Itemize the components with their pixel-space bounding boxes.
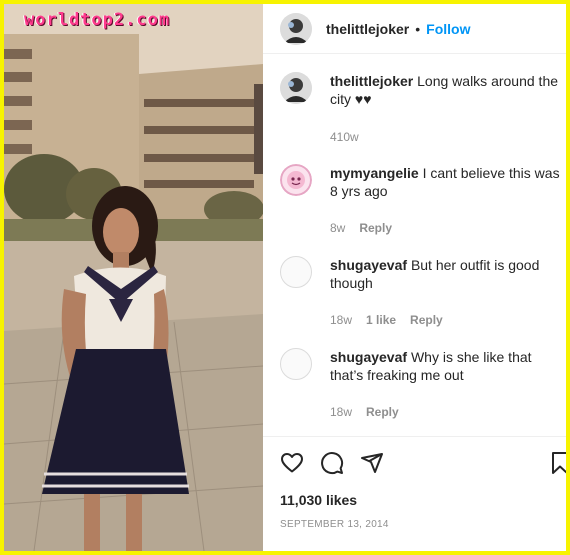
avatar[interactable] <box>280 164 312 196</box>
comment-body: shugayevaf But her outfit is good though <box>330 256 560 292</box>
comment-likes[interactable]: 1 like <box>366 313 396 327</box>
comment-meta: 18w Reply <box>330 405 399 419</box>
comment-icon[interactable] <box>320 451 344 475</box>
heart-icon[interactable] <box>280 451 304 475</box>
avatar-image <box>280 12 312 45</box>
separator-dot: • <box>415 20 421 37</box>
post-photo[interactable]: worldtop2.com <box>4 4 263 551</box>
caption-username[interactable]: thelittlejoker <box>330 73 413 89</box>
comment-time[interactable]: 18w <box>330 405 352 419</box>
caption: thelittlejoker Long walks around the cit… <box>280 72 560 144</box>
comment-item: shugayevaf But her outfit is good though… <box>280 256 560 327</box>
post-modal: worldtop2.com thelittlejoker • Follow th… <box>4 4 566 551</box>
comment-time[interactable]: 8w <box>330 221 345 235</box>
post-date[interactable]: SEPTEMBER 13, 2014 <box>280 519 389 530</box>
avatar-image <box>280 72 312 104</box>
comment-body: shugayevaf Why is she like that that’s f… <box>330 348 560 384</box>
comment-username[interactable]: shugayevaf <box>330 349 407 365</box>
avatar[interactable] <box>280 12 312 45</box>
comments-panel: thelittlejoker • Follow thelittlejoker L… <box>263 4 566 551</box>
comment-body: mymyangelie I cant believe this was 8 yr… <box>330 164 560 200</box>
caption-body: thelittlejoker Long walks around the cit… <box>330 72 560 108</box>
comment-item: mymyangelie I cant believe this was 8 yr… <box>280 164 560 235</box>
post-author-username[interactable]: thelittlejoker <box>326 21 409 37</box>
reply-button[interactable]: Reply <box>366 405 399 419</box>
avatar[interactable] <box>280 256 312 288</box>
caption-meta: 410w <box>330 130 359 144</box>
reply-button[interactable]: Reply <box>359 221 392 235</box>
follow-button[interactable]: Follow <box>426 21 470 37</box>
likes-count[interactable]: 11,030 likes <box>280 492 357 508</box>
share-icon[interactable] <box>360 451 384 475</box>
comment-item: shugayevaf Why is she like that that’s f… <box>280 348 560 419</box>
watermark-text: worldtop2.com <box>24 10 171 30</box>
comment-username[interactable]: mymyangelie <box>330 165 419 181</box>
comment-username[interactable]: shugayevaf <box>330 257 407 273</box>
comment-time[interactable]: 18w <box>330 313 352 327</box>
action-bar: 11,030 likes SEPTEMBER 13, 2014 <box>263 436 566 551</box>
reply-button[interactable]: Reply <box>410 313 443 327</box>
action-icons <box>280 451 384 475</box>
avatar[interactable] <box>280 348 312 380</box>
avatar[interactable] <box>280 72 312 104</box>
comment-meta: 18w 1 like Reply <box>330 313 443 327</box>
photo-illustration <box>4 4 263 551</box>
caption-time[interactable]: 410w <box>330 130 359 144</box>
bookmark-icon[interactable] <box>548 451 566 475</box>
post-header: thelittlejoker • Follow <box>263 4 566 54</box>
comment-meta: 8w Reply <box>330 221 392 235</box>
avatar-image <box>280 164 312 196</box>
